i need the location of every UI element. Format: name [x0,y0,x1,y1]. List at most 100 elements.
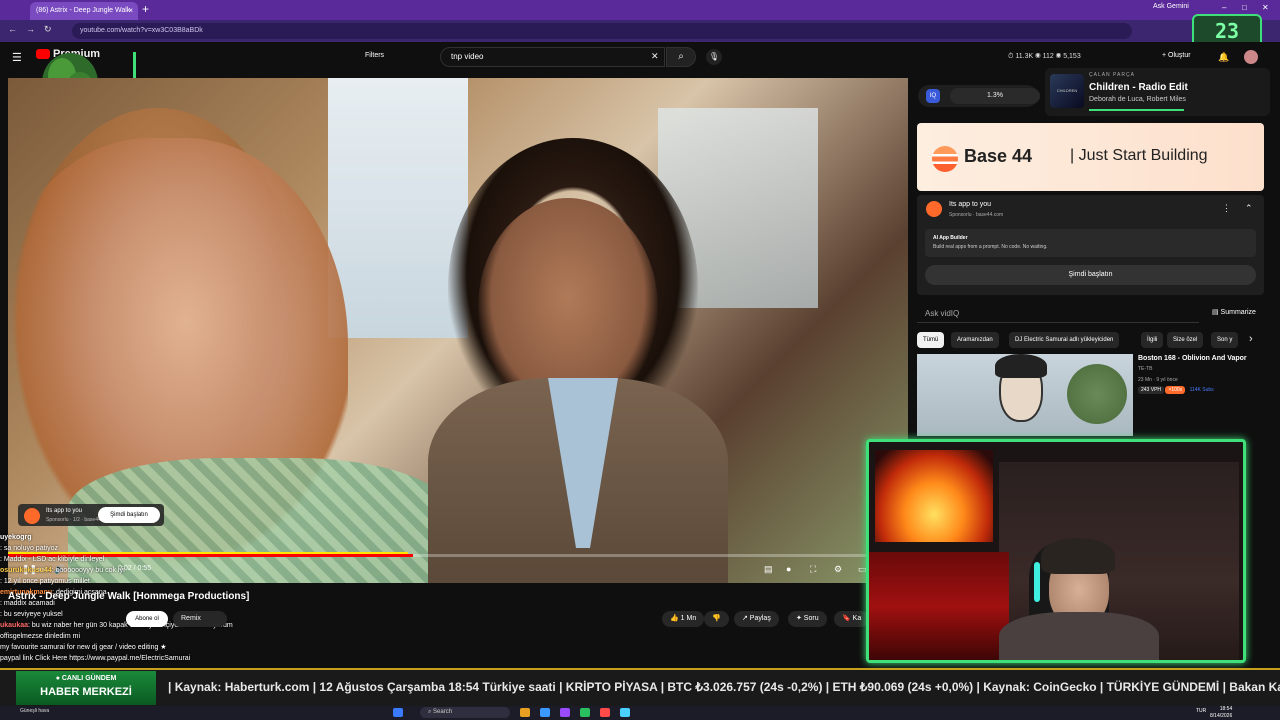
chat-message: : 12 yıl once patiyomus millet [0,576,260,587]
language-indicator[interactable]: TUR [1196,708,1206,714]
dislike-button[interactable]: 👎 [704,611,729,627]
maximize-button[interactable]: □ [1242,3,1247,12]
ad-card-cta-button[interactable]: Şimdi başlatın [925,265,1256,285]
reload-icon[interactable]: ↻ [44,24,52,35]
new-tab-button[interactable]: + [142,2,149,16]
related-meta: 23 Mn · 9 yıl önce [1138,377,1178,383]
chat-message: : sa noluyo patiyoz [0,543,260,554]
browser-tab-bar: (86) Astrix - Deep Jungle Walk × + Ask G… [0,0,1280,20]
ad-card-sub: Sponsorlu · base44.com [949,212,1004,218]
chip[interactable]: DJ Electric Samurai adlı yükleyiciden [1009,332,1120,348]
chat-message: my favourite samurai for new dj gear / v… [0,642,260,653]
chip[interactable]: İlgili [1141,332,1164,348]
subscribe-button[interactable]: Abone ol [126,611,168,627]
settings-icon[interactable]: ⚙ [834,564,842,575]
vidiq-score: 1.3% [950,88,1040,104]
save-button[interactable]: 🔖 Ka [834,611,870,627]
ticker-text: | Kaynak: Haberturk.com | 12 Ağustos Çar… [168,680,1280,694]
chapters-icon[interactable]: ▤ [764,564,773,575]
chat-message: paypal link Click Here https://www.paypa… [0,653,260,664]
taskbar [0,706,1280,720]
app-icon[interactable] [600,708,610,717]
screen: (86) Astrix - Deep Jungle Walk × + Ask G… [0,0,1280,720]
chat-text: : 12 yıl once patiyomus millet [0,578,90,585]
app-icon[interactable] [620,708,630,717]
back-icon[interactable]: ← [8,24,17,34]
chat-username[interactable]: osurukokusu44 [0,567,52,574]
clear-search-icon[interactable]: ✕ [651,51,659,62]
close-window-button[interactable]: ✕ [1262,3,1269,12]
address-bar-row: ← → ↻ youtube.com/watch?v=xw3C03B8aBDk [0,20,1280,42]
chat-message: offisgelmezse dinledim mi [0,631,260,642]
browser-tab[interactable]: (86) Astrix - Deep Jungle Walk × [30,2,138,20]
chat-text: offisgelmezse dinledim mi [0,633,81,640]
tab-title: (86) Astrix - Deep Jungle Walk [36,7,131,14]
vidiq-logo-icon[interactable]: IQ [926,89,940,103]
ask-gemini-button[interactable]: Ask Gemini [1153,3,1189,10]
bell-icon[interactable]: 🔔 [1218,52,1229,63]
ad-card-box [925,229,1256,257]
weather-widget[interactable]: Güneşli hava [20,708,49,714]
related-title[interactable]: Boston 168 - Oblivion And Vapor [1138,355,1247,362]
album-art: CHILDREN [1050,74,1084,108]
autoplay-icon[interactable]: ● [786,564,791,574]
chat-message: : Maddix - LSD ac klibiyle dinleyel [0,554,260,565]
fullscreen-icon[interactable]: ⛶ [810,564,816,575]
taskbar-clock[interactable]: 18:54 8/14/2026 [1210,706,1232,720]
chip[interactable]: Son y [1211,332,1239,348]
ad-card-title: Its app to you [949,201,992,208]
ask-button[interactable]: ✦ Soru [788,611,827,627]
minimize-button[interactable]: – [1222,3,1226,12]
related-thumbnail[interactable] [917,354,1133,436]
streamer-hair [1041,538,1115,574]
headset-light [1034,562,1040,602]
ticker-main-label: HABER MERKEZİ [40,686,132,698]
app-icon[interactable] [580,708,590,717]
forward-icon[interactable]: → [26,24,35,34]
browser-icon[interactable] [540,708,550,717]
streamer-body [999,612,1159,660]
related-channel[interactable]: TE-TB [1138,366,1152,372]
channel-stats: ⏱ 11.3K ◉ 112 ◉ 5,153 [1008,53,1081,60]
more-icon[interactable]: ⋮ [1222,203,1231,214]
chip-all[interactable]: Tümü [917,332,945,348]
clock-time: 18:54 [1219,706,1233,712]
close-tab-icon[interactable]: × [128,2,133,20]
chat-text: : sa noluyo patiyoz [0,545,58,552]
cam-red-light [869,552,1009,660]
url-field[interactable]: youtube.com/watch?v=xw3C03B8aBDk [72,23,1132,39]
search-button[interactable]: ⌕ [666,47,696,67]
chat-text: : bu seviyeye yuksel [0,611,63,618]
webcam-overlay [866,439,1246,663]
bg-window [328,78,468,338]
file-explorer-icon[interactable] [520,708,530,717]
chip[interactable]: Aramanızdan [951,332,999,348]
remix-button[interactable]: Remix [173,611,227,627]
menu-icon[interactable]: ☰ [12,51,22,64]
summarize-button[interactable]: ▤ Summarize [1212,308,1256,316]
collapse-icon[interactable]: ⌃ [1245,203,1253,214]
share-button[interactable]: ↗ Paylaş [734,611,779,627]
mic-icon[interactable]: 🎙 [706,49,722,65]
now-playing-progress [1089,109,1184,111]
taskbar-search[interactable]: ⌕ Search [420,707,510,718]
avatar[interactable] [1244,50,1258,64]
chat-text: : oooooooyyy bu cok iyı [51,567,125,574]
app-icon[interactable] [560,708,570,717]
chat-username[interactable]: ukaukaa [0,622,28,629]
like-button[interactable]: 👍 1 Mn [662,611,705,627]
chat-username[interactable]: uyekogrg [0,534,32,541]
ask-vidiq-input[interactable]: Ask vidIQ [917,305,1199,323]
create-button[interactable]: + Oluştur [1162,52,1191,59]
ad-title: Its app to you [46,508,83,514]
filters-button[interactable]: Filters [365,52,384,59]
related-badges: 243 VPH ×100x 114K Subs [1138,386,1217,394]
now-playing-title: Children - Radio Edit [1089,82,1188,93]
start-icon[interactable] [393,708,403,717]
ad-cta-button[interactable]: Şimdi başlatın [98,507,160,523]
chevron-right-icon[interactable]: › [1249,333,1253,345]
base44-logo-icon [932,146,958,172]
chat-text: : Maddix - LSD ac klibiyle dinleyel [0,556,105,563]
chip[interactable]: Size özel [1167,332,1204,348]
search-input[interactable]: tnp video [440,47,665,67]
